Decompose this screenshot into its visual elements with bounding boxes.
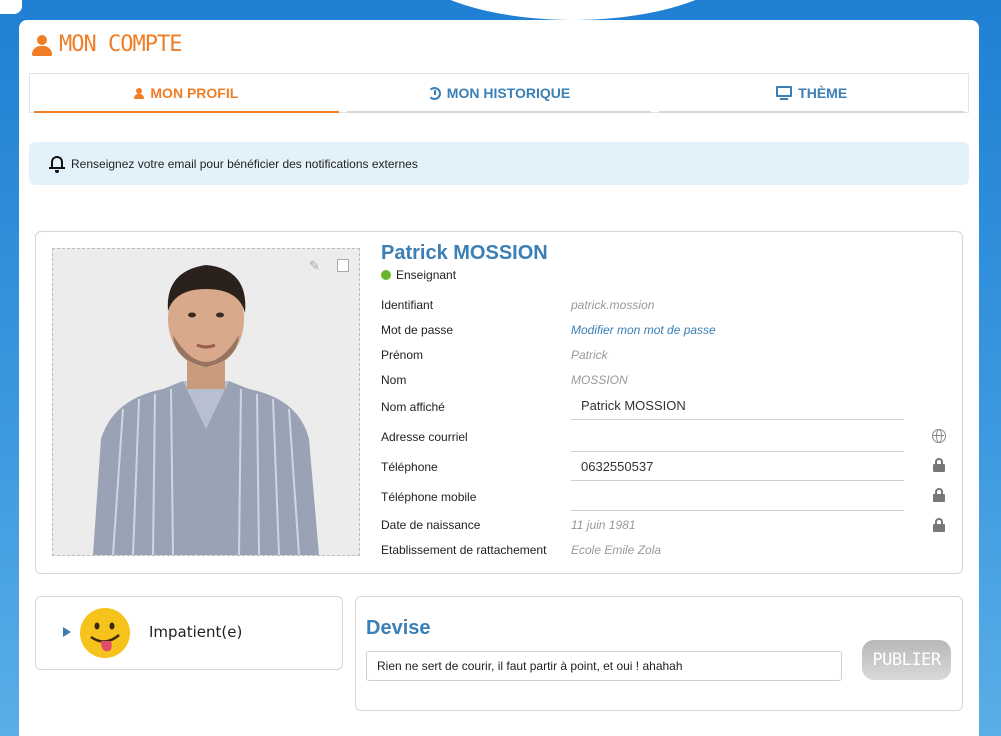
tongue-smiley-icon <box>80 608 130 658</box>
field-label-prenom: Prénom <box>381 348 424 362</box>
globe-icon[interactable] <box>932 429 946 443</box>
expand-arrow-icon[interactable] <box>63 627 71 637</box>
motto-title: Devise <box>366 617 431 639</box>
display-name-input[interactable] <box>571 392 904 420</box>
lock-icon[interactable] <box>932 518 946 532</box>
user-icon <box>134 87 145 99</box>
email-notice: Renseignez votre email pour bénéficier d… <box>29 142 969 185</box>
field-value-identifiant: patrick.mossion <box>571 298 655 312</box>
lock-icon[interactable] <box>932 488 946 502</box>
phone-input[interactable] <box>571 453 904 481</box>
field-label-email: Adresse courriel <box>381 430 468 444</box>
motto-input[interactable] <box>366 651 842 681</box>
status-dot-icon <box>381 270 391 280</box>
user-icon <box>31 33 53 57</box>
tab-label: MON PROFIL <box>150 85 239 101</box>
change-password-link[interactable]: Modifier mon mot de passe <box>571 323 716 337</box>
publish-button[interactable]: PUBLIER <box>862 640 951 680</box>
field-label-nom-affiche: Nom affiché <box>381 400 445 414</box>
field-label-password: Mot de passe <box>381 323 454 337</box>
lock-icon[interactable] <box>932 458 946 472</box>
background-cloud <box>0 0 22 14</box>
bell-icon <box>49 155 65 173</box>
mobile-phone-input[interactable] <box>571 483 904 511</box>
history-icon <box>427 86 441 100</box>
field-label-identifiant: Identifiant <box>381 298 434 312</box>
profile-name: Patrick MOSSION <box>381 242 548 264</box>
motto-card: Devise PUBLIER <box>355 596 963 711</box>
notice-text: Renseignez votre email pour bénéficier d… <box>71 156 418 171</box>
role-label: Enseignant <box>396 268 457 282</box>
profile-photo[interactable]: ✎ <box>52 248 360 556</box>
field-label-telephone: Téléphone <box>381 460 438 474</box>
email-input[interactable] <box>571 424 904 452</box>
field-value-birthdate: 11 juin 1981 <box>571 518 636 532</box>
monitor-icon <box>776 86 793 100</box>
field-label-birthdate: Date de naissance <box>381 518 481 532</box>
field-value-prenom: Patrick <box>571 348 608 362</box>
tab-mon-historique[interactable]: MON HISTORIQUE <box>343 74 656 113</box>
tab-label: THÈME <box>798 85 848 101</box>
tab-label: MON HISTORIQUE <box>446 85 571 101</box>
field-label-nom: Nom <box>381 373 407 387</box>
crop-icon[interactable] <box>337 259 349 272</box>
profile-tabs: MON PROFIL MON HISTORIQUE THÈME <box>29 73 969 113</box>
field-value-etablissement: Ecole Emile Zola <box>571 543 662 557</box>
field-value-nom: MOSSION <box>571 373 628 387</box>
page-header: MON COMPTE <box>31 32 182 57</box>
page-title: MON COMPTE <box>59 32 182 57</box>
profile-card: ✎ Patrick MOSSION Enseignant Identifiant… <box>35 231 963 574</box>
pencil-icon[interactable]: ✎ <box>309 259 323 273</box>
profile-role: Enseignant <box>381 268 456 282</box>
field-label-etablissement: Etablissement de rattachement <box>381 543 547 557</box>
tab-mon-profil[interactable]: MON PROFIL <box>30 74 343 113</box>
tab-theme[interactable]: THÈME <box>655 74 968 113</box>
profile-photo-image <box>53 249 359 555</box>
account-panel: MON COMPTE MON PROFIL MON HISTORIQUE THÈ… <box>19 20 979 736</box>
background-cloud <box>398 0 748 20</box>
mood-card[interactable]: Impatient(e) <box>35 596 343 670</box>
mood-label: Impatient(e) <box>149 623 243 641</box>
field-label-mobile: Téléphone mobile <box>381 490 477 504</box>
